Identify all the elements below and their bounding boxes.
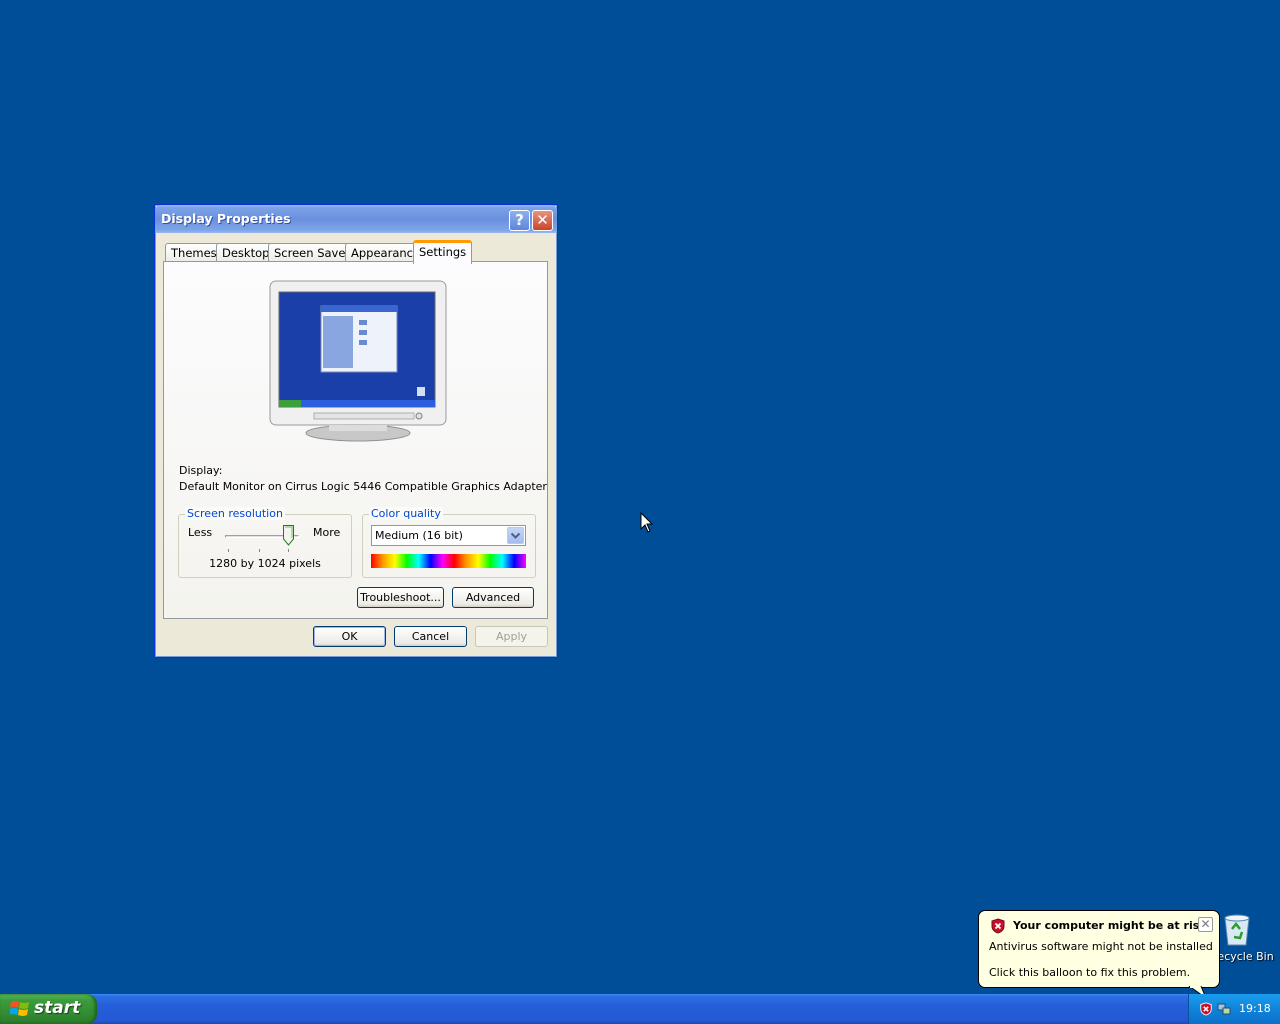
balloon-title: Your computer might be at risk: [1013, 919, 1207, 932]
screen-resolution-group: Screen resolution Less More 1280 by 1024…: [178, 507, 352, 578]
balloon-action-text: Click this balloon to fix this problem.: [989, 966, 1191, 979]
tab-settings[interactable]: Settings: [413, 240, 473, 264]
slider-tick: [259, 549, 260, 552]
more-label: More: [313, 526, 341, 539]
recycle-bin-icon: [1224, 914, 1250, 946]
less-label: Less: [188, 526, 213, 539]
balloon-close-button[interactable]: ✕: [1198, 917, 1213, 932]
display-properties-dialog: Display Properties ? ✕ Themes Desktop Sc…: [154, 204, 558, 658]
chevron-down-icon: [510, 532, 521, 539]
color-quality-select[interactable]: Medium (16 bit): [371, 525, 526, 546]
resolution-value: 1280 by 1024 pixels: [209, 557, 321, 570]
network-icon[interactable]: [1217, 1002, 1231, 1016]
tab-screen-saver[interactable]: Screen Saver: [268, 243, 357, 263]
color-spectrum-bar: [371, 554, 526, 568]
dropdown-button[interactable]: [507, 527, 524, 544]
apply-button[interactable]: Apply: [475, 626, 548, 647]
mouse-cursor-icon: [640, 512, 654, 533]
advanced-button[interactable]: Advanced: [452, 587, 534, 608]
resolution-slider-thumb[interactable]: [283, 525, 294, 546]
color-quality-value: Medium (16 bit): [375, 529, 463, 542]
balloon-message: Antivirus software might not be installe…: [989, 940, 1213, 953]
tab-themes[interactable]: Themes: [165, 243, 223, 263]
color-quality-group: Color quality Medium (16 bit): [362, 507, 536, 578]
start-label: start: [34, 998, 81, 1018]
shield-icon: [991, 918, 1005, 934]
close-button[interactable]: ✕: [532, 210, 553, 231]
ok-button[interactable]: OK: [313, 626, 386, 647]
clock[interactable]: 19:18: [1239, 1002, 1271, 1015]
taskbar: start 19:18: [0, 994, 1280, 1024]
help-button[interactable]: ?: [509, 210, 530, 231]
shield-icon[interactable]: [1199, 1002, 1213, 1016]
start-button[interactable]: start: [0, 994, 97, 1024]
troubleshoot-button[interactable]: Troubleshoot...: [357, 587, 444, 608]
slider-tick: [228, 549, 229, 552]
color-quality-legend: Color quality: [369, 507, 443, 520]
security-alert-balloon[interactable]: Your computer might be at risk ✕ Antivir…: [978, 910, 1220, 988]
monitor-preview-icon: [269, 280, 447, 442]
settings-panel: Display: Default Monitor on Cirrus Logic…: [163, 261, 548, 619]
slider-tick: [288, 549, 289, 552]
windows-logo-icon: [10, 1001, 29, 1016]
tab-desktop[interactable]: Desktop: [216, 243, 276, 263]
cancel-button[interactable]: Cancel: [394, 626, 467, 647]
window-title: Display Properties: [161, 211, 291, 226]
screen-resolution-legend: Screen resolution: [185, 507, 285, 520]
desktop: Recycle Bin Display Properties ? ✕ Theme…: [0, 0, 1280, 1000]
system-tray: 19:18: [1188, 994, 1280, 1024]
title-bar[interactable]: Display Properties ? ✕: [155, 205, 557, 233]
display-adapter-name: Default Monitor on Cirrus Logic 5446 Com…: [179, 480, 547, 493]
display-label: Display:: [179, 464, 223, 477]
